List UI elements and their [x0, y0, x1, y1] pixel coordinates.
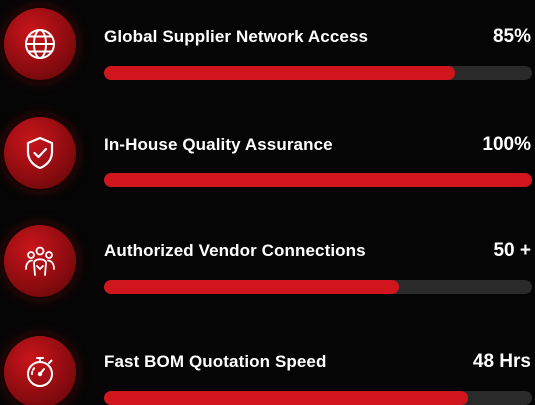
- shield-check-icon: [26, 136, 54, 170]
- stopwatch-icon-badge: [4, 336, 76, 405]
- shield-check-icon-badge: [4, 117, 76, 189]
- progress-bar: [104, 173, 532, 187]
- metric-row-vendor-connections: Authorized Vendor Connections 50 +: [0, 213, 535, 313]
- skills-progress-panel: Global Supplier Network Access 85% In-Ho…: [0, 0, 535, 405]
- progress-fill: [104, 280, 400, 294]
- progress-fill: [104, 66, 455, 80]
- metric-value: 85%: [492, 26, 531, 47]
- metric-value: 48 Hrs: [472, 351, 531, 372]
- team-icon-badge: [4, 225, 76, 297]
- progress-fill: [104, 391, 468, 405]
- progress-fill: [104, 173, 532, 187]
- metric-row-global-supplier: Global Supplier Network Access 85%: [0, 0, 535, 100]
- metric-label: Fast BOM Quotation Speed: [104, 352, 327, 371]
- metric-row-quality-assurance: In-House Quality Assurance 100%: [0, 107, 535, 207]
- progress-bar: [104, 66, 532, 80]
- globe-icon-badge: [4, 8, 76, 80]
- progress-bar: [104, 280, 532, 294]
- stopwatch-icon: [27, 357, 53, 387]
- metric-value: 100%: [482, 134, 531, 155]
- metric-label: Global Supplier Network Access: [104, 27, 369, 46]
- metric-label: In-House Quality Assurance: [104, 135, 333, 154]
- globe-icon: [25, 29, 55, 59]
- metric-row-bom-quotation: Fast BOM Quotation Speed 48 Hrs: [0, 320, 535, 405]
- progress-bar: [104, 391, 532, 405]
- metric-label: Authorized Vendor Connections: [104, 241, 366, 260]
- metric-value: 50 +: [493, 240, 531, 261]
- team-icon: [25, 246, 55, 276]
